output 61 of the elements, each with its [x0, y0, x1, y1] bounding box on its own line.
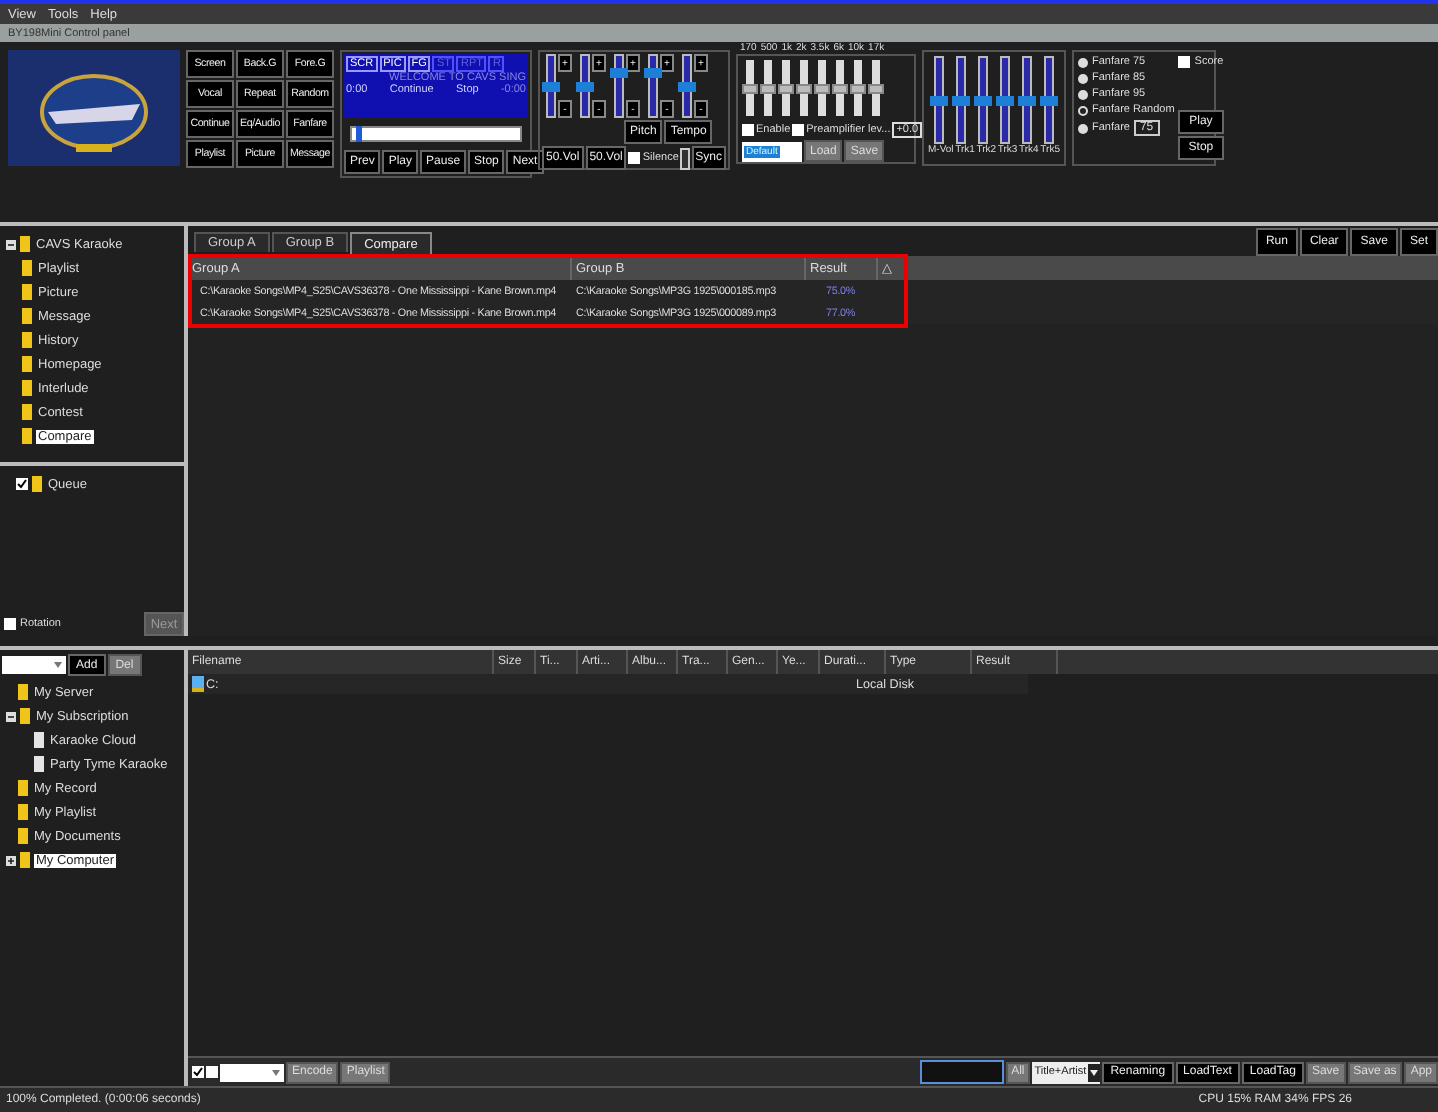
- checkbox[interactable]: [192, 1066, 204, 1078]
- checkbox[interactable]: [1178, 56, 1191, 68]
- eq-slider[interactable]: [836, 60, 844, 116]
- mixer-slider[interactable]: [956, 56, 966, 144]
- checkbox[interactable]: [792, 124, 805, 136]
- eq-slider[interactable]: [818, 60, 826, 116]
- slider-thumb[interactable]: [850, 84, 866, 94]
- slider-thumb[interactable]: [814, 84, 830, 94]
- checkbox[interactable]: [742, 124, 754, 136]
- eq-slider[interactable]: [782, 60, 790, 116]
- volume-slider[interactable]: [614, 54, 624, 118]
- volume-slider[interactable]: [546, 54, 556, 118]
- slider-thumb[interactable]: [868, 84, 884, 94]
- slider-thumb[interactable]: [760, 84, 776, 94]
- progress-track[interactable]: [350, 126, 522, 142]
- radio-button[interactable]: [1078, 105, 1088, 115]
- drive-icon: [192, 676, 204, 692]
- slider-thumb[interactable]: [930, 96, 948, 106]
- eq-slider[interactable]: [746, 60, 754, 116]
- collapse-icon[interactable]: [6, 239, 16, 249]
- collapse-icon[interactable]: [6, 711, 16, 721]
- mixer-slider[interactable]: [934, 56, 944, 144]
- radio-button[interactable]: [1078, 73, 1088, 83]
- progress-thumb[interactable]: [355, 126, 362, 142]
- slider-thumb[interactable]: [1040, 96, 1058, 106]
- slider-thumb[interactable]: [576, 82, 594, 92]
- radio-button[interactable]: [1078, 123, 1088, 133]
- mixer-slider[interactable]: [1000, 56, 1010, 144]
- slider-thumb[interactable]: [678, 82, 696, 92]
- radio-button[interactable]: [1078, 89, 1088, 99]
- checkbox[interactable]: [628, 152, 641, 164]
- folder-icon: [32, 476, 42, 492]
- volume-slider[interactable]: [580, 54, 590, 118]
- slider-thumb[interactable]: [832, 84, 848, 94]
- slider-thumb[interactable]: [644, 67, 662, 77]
- dropdown[interactable]: [220, 1063, 284, 1081]
- slider-thumb[interactable]: [610, 67, 628, 77]
- slider-thumb[interactable]: [996, 96, 1014, 106]
- slider-thumb[interactable]: [796, 84, 812, 94]
- eq-slider[interactable]: [854, 60, 862, 116]
- expand-icon[interactable]: [6, 855, 16, 865]
- mixer-slider[interactable]: [978, 56, 988, 144]
- volume-slider[interactable]: [682, 54, 692, 118]
- checkbox[interactable]: [4, 618, 16, 630]
- search-field[interactable]: [919, 1060, 1004, 1084]
- slider-thumb[interactable]: [542, 82, 560, 92]
- eq-slider[interactable]: [800, 60, 808, 116]
- eq-slider[interactable]: [764, 60, 772, 116]
- slider-thumb[interactable]: [778, 84, 794, 94]
- radio-button[interactable]: [1078, 57, 1088, 67]
- mixer-slider[interactable]: [1044, 56, 1054, 144]
- slider-thumb[interactable]: [952, 96, 970, 106]
- eq-slider[interactable]: [872, 60, 880, 116]
- slider-thumb[interactable]: [1018, 96, 1036, 106]
- slider-thumb[interactable]: [742, 84, 758, 94]
- spinner-field[interactable]: [680, 147, 690, 169]
- mixer-slider[interactable]: [1022, 56, 1032, 144]
- slider-thumb[interactable]: [974, 96, 992, 106]
- checkbox[interactable]: [16, 478, 28, 490]
- volume-slider[interactable]: [648, 54, 658, 118]
- checkbox[interactable]: [206, 1066, 218, 1078]
